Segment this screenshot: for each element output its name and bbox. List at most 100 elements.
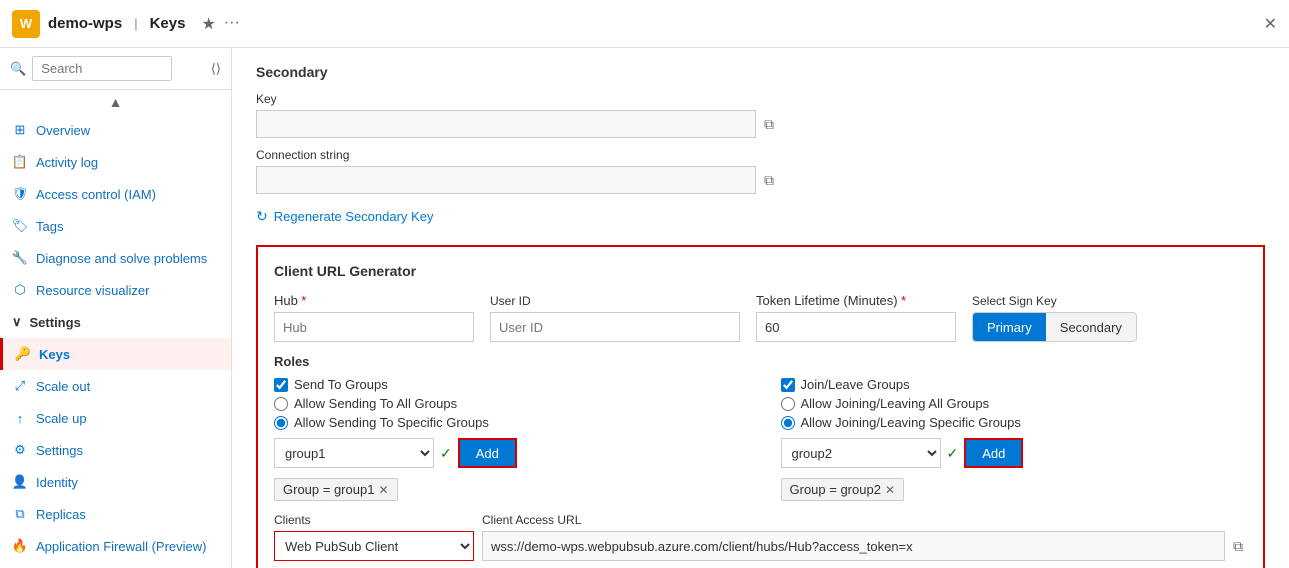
sign-key-primary-button[interactable]: Primary (973, 313, 1046, 341)
sidebar-search-bar: 🔍 ⟨⟩ (0, 48, 231, 90)
sending-add-button[interactable]: Add (458, 438, 517, 468)
client-access-url-input[interactable] (482, 531, 1225, 561)
sending-checkmark-icon: ✓ (440, 445, 452, 462)
roles-right-col: Join/Leave Groups Allow Joining/Leaving … (781, 377, 1248, 501)
send-to-groups-checkbox[interactable] (274, 378, 288, 392)
sidebar-item-tags[interactable]: 🏷 Tags (0, 210, 231, 242)
sidebar-item-settings[interactable]: ⚙ Settings (0, 434, 231, 466)
client-url-generator-box: Client URL Generator Hub * User ID (256, 245, 1265, 568)
key-label: Key (256, 92, 1265, 106)
overview-icon: ⊞ (12, 122, 28, 138)
tag-remove-button[interactable]: ✕ (885, 483, 895, 497)
sidebar-label: Application Firewall (Preview) (36, 539, 207, 554)
generator-title: Client URL Generator (274, 263, 1247, 279)
sidebar-item-identity[interactable]: 👤 Identity (0, 466, 231, 498)
sending-group-select[interactable]: group1 (274, 438, 434, 468)
sidebar-item-scale-up[interactable]: ↑ Scale up (0, 402, 231, 434)
connection-string-copy-button[interactable]: ⧉ (760, 170, 778, 191)
more-icon[interactable]: ··· (224, 14, 240, 34)
userid-input[interactable] (490, 312, 740, 342)
sidebar-item-diagnose[interactable]: 🔧 Diagnose and solve problems (0, 242, 231, 274)
diagnose-icon: 🔧 (12, 250, 28, 266)
sidebar-label: Diagnose and solve problems (36, 251, 207, 266)
secondary-title: Secondary (256, 64, 1265, 80)
lifetime-field: Token Lifetime (Minutes) * (756, 293, 956, 342)
scroll-up-btn[interactable]: ▲ (0, 90, 231, 114)
roles-section: Roles Send To Groups Allow Sending To Al… (274, 354, 1247, 501)
sidebar-item-overview[interactable]: ⊞ Overview (0, 114, 231, 146)
key-copy-button[interactable]: ⧉ (760, 114, 778, 135)
regenerate-secondary-key-button[interactable]: ↻ Regenerate Secondary Key (256, 204, 433, 229)
lifetime-input[interactable] (756, 312, 956, 342)
sidebar-item-access-control[interactable]: 🛡 Access control (IAM) (0, 178, 231, 210)
sidebar-item-replicas[interactable]: ⧉ Replicas (0, 498, 231, 530)
allow-joining-specific-radio[interactable] (781, 416, 795, 430)
page-name: Keys (150, 15, 186, 32)
tag-text: Group = group1 (283, 482, 374, 497)
sidebar-item-networking[interactable]: 🌐 Networking (0, 562, 231, 568)
key-field-row: ⧉ (256, 110, 1265, 138)
joining-add-button[interactable]: Add (964, 438, 1023, 468)
key-input[interactable] (256, 110, 756, 138)
allow-sending-specific-radio[interactable] (274, 416, 288, 430)
clients-field: Clients Web PubSub Client (274, 513, 474, 561)
tag-text: Group = group2 (790, 482, 881, 497)
search-input[interactable] (32, 56, 172, 81)
userid-field: User ID (490, 294, 740, 342)
close-button[interactable]: ✕ (1264, 14, 1277, 34)
hub-input[interactable] (274, 312, 474, 342)
scale-up-icon: ↑ (12, 410, 28, 426)
activity-log-icon: 📋 (12, 154, 28, 170)
favorite-icon[interactable]: ★ (201, 14, 215, 34)
connection-string-row: ⧉ (256, 166, 1265, 194)
sending-tags: Group = group1 ✕ (274, 478, 741, 501)
allow-sending-all-radio[interactable] (274, 397, 288, 411)
chevron-up-icon: ▲ (109, 94, 123, 110)
sidebar-item-activity-log[interactable]: 📋 Activity log (0, 146, 231, 178)
sidebar-item-scale-out[interactable]: ⤢ Scale out (0, 370, 231, 402)
connection-string-input[interactable] (256, 166, 756, 194)
url-input-row: ⧉ (482, 531, 1247, 561)
content-area: Secondary Key ⧉ Connection string ⧉ ↻ Re… (232, 48, 1289, 568)
allow-joining-all-radio[interactable] (781, 397, 795, 411)
allow-sending-all-label: Allow Sending To All Groups (294, 396, 457, 411)
app-icon: W (12, 10, 40, 38)
collapse-icon[interactable]: ⟨⟩ (211, 61, 221, 77)
sidebar-item-keys[interactable]: 🔑 Keys (0, 338, 231, 370)
client-access-url-copy-button[interactable]: ⧉ (1229, 536, 1247, 557)
client-access-url-field: Client Access URL ⧉ (482, 513, 1247, 561)
sidebar-label: Scale up (36, 411, 87, 426)
regen-label: Regenerate Secondary Key (274, 209, 434, 224)
allow-sending-specific-label: Allow Sending To Specific Groups (294, 415, 489, 430)
sidebar-label: Replicas (36, 507, 86, 522)
userid-label: User ID (490, 294, 740, 308)
sidebar-item-resource-viz[interactable]: ⬡ Resource visualizer (0, 274, 231, 306)
resource-viz-icon: ⬡ (12, 282, 28, 298)
chevron-down-icon: ∨ (12, 314, 22, 330)
clients-label: Clients (274, 513, 474, 527)
hub-field: Hub * (274, 293, 474, 342)
identity-icon: 👤 (12, 474, 28, 490)
joining-group-select[interactable]: group2 (781, 438, 941, 468)
title-separator: | (134, 16, 137, 31)
sign-key-secondary-button[interactable]: Secondary (1046, 313, 1136, 341)
sending-dropdown-row: group1 ✓ Add (274, 438, 741, 468)
refresh-icon: ↻ (256, 208, 268, 225)
join-leave-groups-row: Join/Leave Groups (781, 377, 1248, 392)
sidebar-item-app-firewall[interactable]: 🔥 Application Firewall (Preview) (0, 530, 231, 562)
join-leave-groups-checkbox[interactable] (781, 378, 795, 392)
joining-dropdown-row: group2 ✓ Add (781, 438, 1248, 468)
send-to-groups-label: Send To Groups (294, 377, 388, 392)
sign-key-group: Select Sign Key Primary Secondary (972, 294, 1137, 342)
clients-select[interactable]: Web PubSub Client (274, 531, 474, 561)
form-row-top: Hub * User ID Token Lifetime (Minutes) * (274, 293, 1247, 342)
send-to-groups-row: Send To Groups (274, 377, 741, 392)
replicas-icon: ⧉ (12, 506, 28, 522)
tag-remove-button[interactable]: ✕ (378, 483, 388, 497)
firewall-icon: 🔥 (12, 538, 28, 554)
gear-icon: ⚙ (12, 442, 28, 458)
sign-key-label: Select Sign Key (972, 294, 1137, 308)
sending-tag: Group = group1 ✕ (274, 478, 398, 501)
allow-joining-all-label: Allow Joining/Leaving All Groups (801, 396, 990, 411)
sidebar-label: Settings (30, 315, 81, 330)
